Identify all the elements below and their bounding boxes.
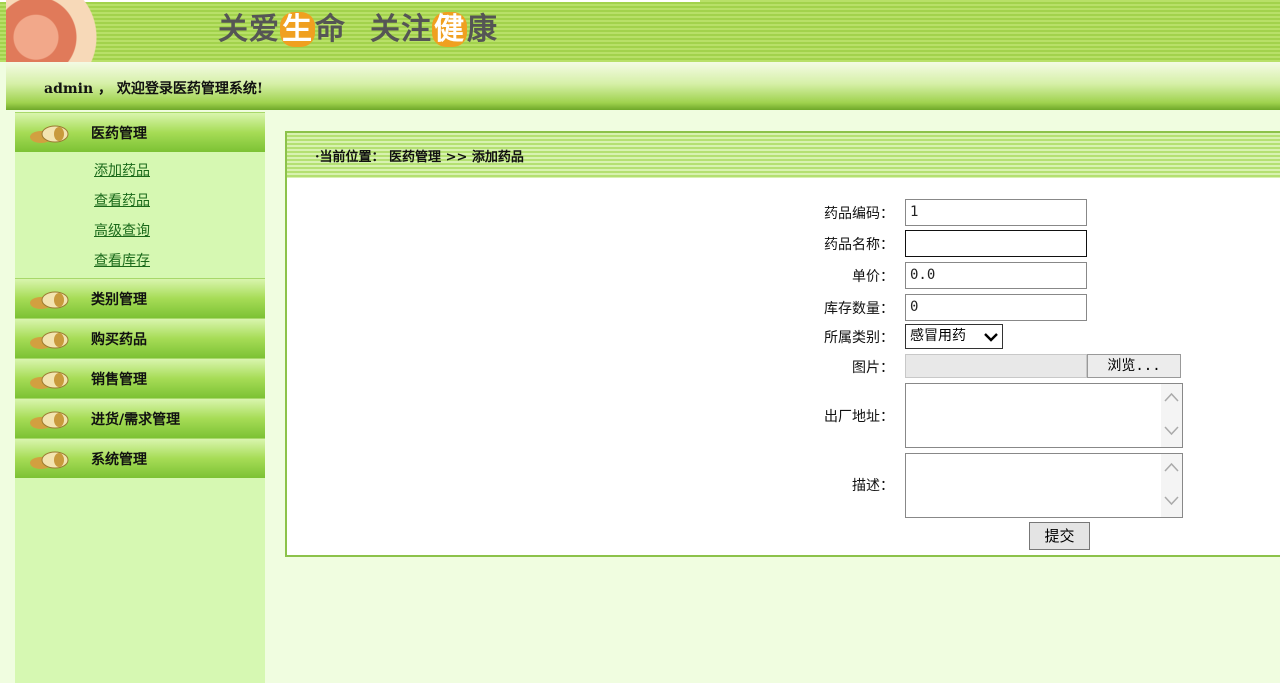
factory-label: 出厂地址： xyxy=(824,409,894,425)
browse-button[interactable]: 浏览... xyxy=(1087,354,1181,378)
link-view-drugs[interactable]: 查看药品 xyxy=(94,193,150,209)
pill-icon xyxy=(30,411,69,429)
category-select[interactable]: 感冒用药 xyxy=(905,324,1003,349)
scrollbar[interactable] xyxy=(1161,384,1182,447)
menu-label: 系统管理 xyxy=(91,452,147,468)
image-label: 图片： xyxy=(852,360,894,376)
pill-icon xyxy=(30,291,69,309)
scrollbar[interactable] xyxy=(1161,454,1182,517)
link-add-drug[interactable]: 添加药品 xyxy=(94,163,150,179)
desc-textarea[interactable] xyxy=(905,453,1183,518)
banner-apple-image xyxy=(6,0,106,62)
scroll-down-icon xyxy=(1164,496,1179,506)
menu-header-purchase-demand[interactable]: 进货/需求管理 xyxy=(15,398,265,438)
image-file-input: 浏览... xyxy=(905,354,1181,378)
factory-textarea[interactable] xyxy=(905,383,1183,448)
submenu-item: 查看药品 xyxy=(15,186,265,216)
pill-icon xyxy=(30,331,69,349)
menu-label: 购买药品 xyxy=(91,332,147,348)
stock-input[interactable]: 0 xyxy=(905,294,1087,321)
sidebar: 医药管理 添加药品 查看药品 高级查询 查看库存 类别管理 购买药品 销售管理 … xyxy=(15,112,265,683)
price-input[interactable]: 0.0 xyxy=(905,262,1087,289)
scroll-up-icon xyxy=(1164,392,1179,402)
panel-header: ·当前位置： 医药管理 >> 添加药品 xyxy=(287,133,1280,178)
breadcrumb: ·当前位置： 医药管理 >> 添加药品 xyxy=(315,150,524,165)
top-banner: 关爱生命 关注健康 xyxy=(0,0,1280,62)
submenu-drug-management: 添加药品 查看药品 高级查询 查看库存 xyxy=(15,152,265,278)
pill-icon xyxy=(30,451,69,469)
link-advanced-search[interactable]: 高级查询 xyxy=(94,223,150,239)
submenu-item: 高级查询 xyxy=(15,216,265,246)
chevron-down-icon xyxy=(984,333,998,342)
name-label: 药品名称： xyxy=(824,237,894,253)
banner-slogan: 关爱生命 关注健康 xyxy=(218,12,498,47)
scroll-down-icon xyxy=(1164,426,1179,436)
menu-label: 医药管理 xyxy=(91,126,147,142)
category-value: 感冒用药 xyxy=(910,328,966,344)
pill-icon xyxy=(30,371,69,389)
scroll-up-icon xyxy=(1164,462,1179,472)
name-input[interactable] xyxy=(905,230,1087,257)
menu-header-sales-management[interactable]: 销售管理 xyxy=(15,358,265,398)
menu-label: 类别管理 xyxy=(91,292,147,308)
code-label: 药品编码： xyxy=(824,206,894,222)
submenu-item: 查看库存 xyxy=(15,246,265,276)
link-view-stock[interactable]: 查看库存 xyxy=(94,253,150,269)
menu-header-system-management[interactable]: 系统管理 xyxy=(15,438,265,478)
category-label: 所属类别： xyxy=(824,330,894,346)
welcome-text: admin ， 欢迎登录医药管理系统! xyxy=(44,81,264,97)
submenu-item: 添加药品 xyxy=(15,156,265,186)
code-input[interactable]: 1 xyxy=(905,199,1087,226)
welcome-bar: admin ， 欢迎登录医药管理系统! xyxy=(6,62,1280,110)
desc-label: 描述： xyxy=(852,478,894,494)
submit-button[interactable]: 提交 xyxy=(1029,522,1090,550)
menu-header-buy-drugs[interactable]: 购买药品 xyxy=(15,318,265,358)
menu-label: 进货/需求管理 xyxy=(91,412,181,428)
file-path-field[interactable] xyxy=(905,354,1087,378)
menu-header-category-management[interactable]: 类别管理 xyxy=(15,278,265,318)
pill-icon xyxy=(30,125,69,143)
price-label: 单价： xyxy=(852,269,894,285)
menu-label: 销售管理 xyxy=(91,372,147,388)
menu-header-drug-management[interactable]: 医药管理 xyxy=(15,112,265,152)
stock-label: 库存数量： xyxy=(824,301,894,317)
